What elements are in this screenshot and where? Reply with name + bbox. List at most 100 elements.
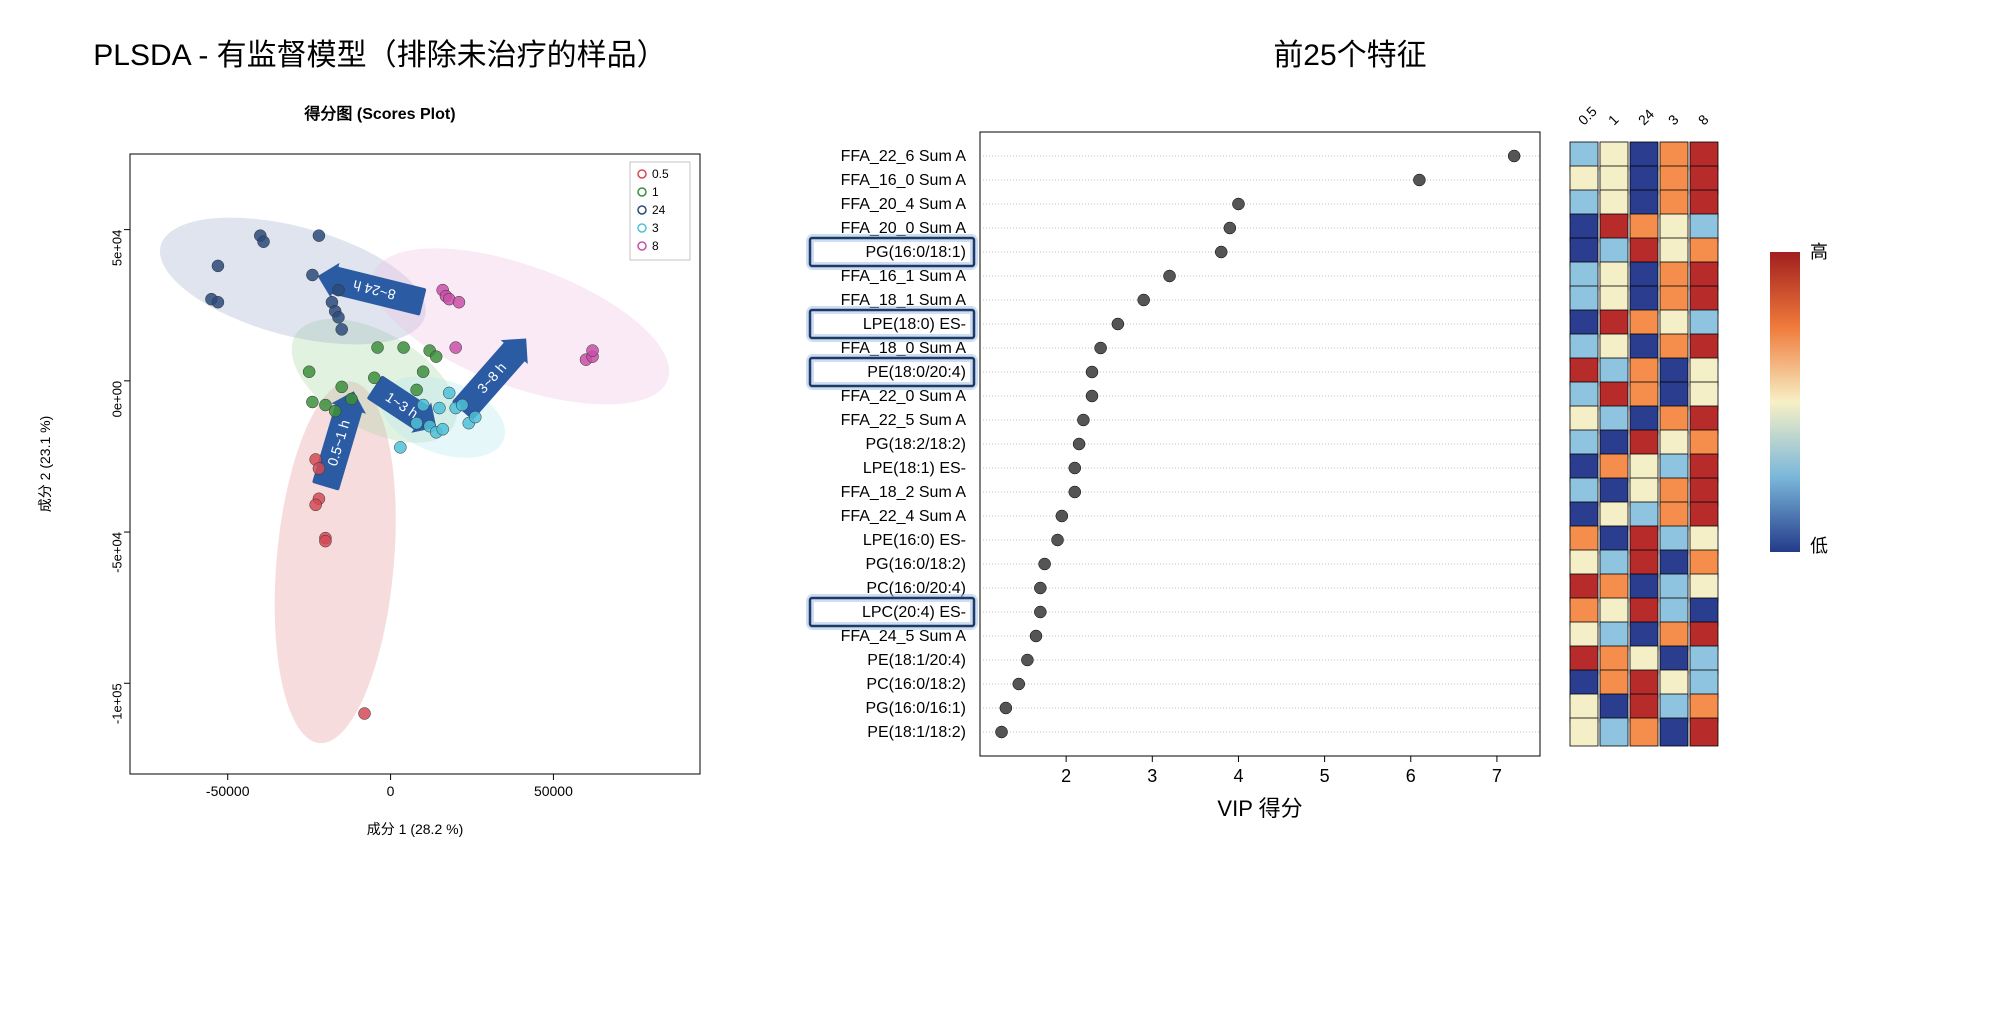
y-tick: -5e+04 [109, 532, 124, 573]
vip-x-tick: 4 [1233, 766, 1243, 786]
score-point [258, 236, 270, 248]
vip-dot [1232, 198, 1244, 210]
feature-label: FFA_22_0 Sum A [841, 388, 967, 405]
vip-dot [1030, 630, 1042, 642]
vip-dot [1413, 174, 1425, 186]
vip-dot [1077, 414, 1089, 426]
vip-dot [1073, 438, 1085, 450]
score-point [345, 393, 357, 405]
heat-col-label: 8 [1695, 111, 1712, 128]
vip-plot: FFA_22_6 Sum A FFA_16_0 Sum A FFA_20_4 Sum… [780, 94, 1920, 854]
score-point [329, 405, 341, 417]
vip-dot [1086, 390, 1098, 402]
score-point [456, 399, 468, 411]
legend: 0.512438 [630, 162, 690, 260]
legend-label: 1 [652, 185, 659, 199]
score-point [453, 296, 465, 308]
vip-title: 前25个特征 [780, 30, 1920, 74]
feature-label: PE(18:1/18:2) [867, 724, 966, 741]
feature-label: LPE(18:0) ES- [863, 316, 966, 333]
vip-dot [1056, 510, 1068, 522]
feature-label: PE(18:0/20:4) [867, 364, 966, 381]
plsda-title: PLSDA - 有监督模型（排除未治疗的样品） [20, 30, 740, 74]
score-point [303, 366, 315, 378]
vip-x-tick: 7 [1492, 766, 1502, 786]
score-point [306, 396, 318, 408]
vip-dot [996, 726, 1008, 738]
feature-label: PG(16:0/16:1) [866, 700, 967, 717]
feature-label: FFA_22_5 Sum A [841, 412, 967, 429]
feature-label: FFA_20_4 Sum A [841, 196, 967, 213]
vip-dot [1224, 222, 1236, 234]
feature-label: FFA_18_2 Sum A [841, 484, 967, 501]
score-point [336, 323, 348, 335]
vip-dot [1021, 654, 1033, 666]
feature-label: PE(18:1/20:4) [867, 652, 966, 669]
vip-dot [1164, 270, 1176, 282]
feature-label: LPE(18:1) ES- [863, 460, 966, 477]
x-tick: 50000 [534, 783, 573, 799]
colorbar-low: 低 [1810, 536, 1828, 556]
y-tick: 0e+00 [109, 381, 124, 418]
score-point [469, 411, 481, 423]
score-point [368, 372, 380, 384]
vip-dot [1095, 342, 1107, 354]
vip-dot [1112, 318, 1124, 330]
score-point [336, 381, 348, 393]
feature-label: LPE(16:0) ES- [863, 532, 966, 549]
score-point [313, 230, 325, 242]
heatmap-cell [1600, 718, 1628, 746]
feature-label: FFA_22_6 Sum A [841, 148, 967, 165]
vip-dot [1034, 606, 1046, 618]
vip-dot [1138, 294, 1150, 306]
feature-label: FFA_22_4 Sum A [841, 508, 967, 525]
score-point [450, 342, 462, 354]
vip-panel: 前25个特征 FFA_22_6 Sum AFFA_16_0 Sum AFFA_2… [780, 20, 1920, 854]
heatmap-cell [1690, 718, 1718, 746]
vip-dot [1013, 678, 1025, 690]
score-point [372, 342, 384, 354]
feature-label: FFA_24_5 Sum A [841, 628, 967, 645]
score-point [433, 402, 445, 414]
plsda-panel: PLSDA - 有监督模型（排除未治疗的样品） 得分图 (Scores Plot… [20, 20, 740, 854]
score-point [212, 260, 224, 272]
vip-x-tick: 3 [1147, 766, 1157, 786]
score-point [437, 423, 449, 435]
x-axis-label: 成分 1 (28.2 %) [367, 821, 463, 837]
colorbar-high: 高 [1810, 242, 1828, 262]
legend-label: 24 [652, 203, 666, 217]
vip-dot [1069, 462, 1081, 474]
vip-dot [1000, 702, 1012, 714]
feature-label: PC(16:0/18:2) [866, 676, 966, 693]
legend-label: 3 [652, 221, 659, 235]
plot-title: 得分图 (Scores Plot) [303, 104, 455, 123]
score-point [430, 351, 442, 363]
scores-plot: 得分图 (Scores Plot)0.5~1 h1~3 h3~8 h8~24 h… [20, 94, 740, 854]
vip-dot [1069, 486, 1081, 498]
vip-dot [1508, 150, 1520, 162]
heat-col-label: 24 [1635, 106, 1657, 128]
vip-dot [1039, 558, 1051, 570]
feature-label: PG(18:2/18:2) [866, 436, 967, 453]
score-point [411, 384, 423, 396]
feature-label: FFA_16_0 Sum A [841, 172, 967, 189]
heatmap-cell [1570, 718, 1598, 746]
vip-dot [1052, 534, 1064, 546]
legend-label: 0.5 [652, 167, 669, 181]
vip-dot [1034, 582, 1046, 594]
score-point [411, 417, 423, 429]
x-tick: 0 [387, 783, 395, 799]
vip-x-tick: 6 [1406, 766, 1416, 786]
feature-label: PG(16:0/18:2) [866, 556, 967, 573]
score-point [310, 499, 322, 511]
heatmap-cell [1630, 718, 1658, 746]
y-tick: 5e+04 [109, 230, 124, 267]
heat-col-label: 0.5 [1575, 103, 1600, 128]
score-point [313, 463, 325, 475]
score-point [212, 296, 224, 308]
score-point [332, 311, 344, 323]
score-point [417, 399, 429, 411]
vip-x-label: VIP 得分 [1217, 796, 1302, 821]
y-axis-label: 成分 2 (23.1 %) [37, 416, 53, 512]
vip-x-tick: 5 [1320, 766, 1330, 786]
